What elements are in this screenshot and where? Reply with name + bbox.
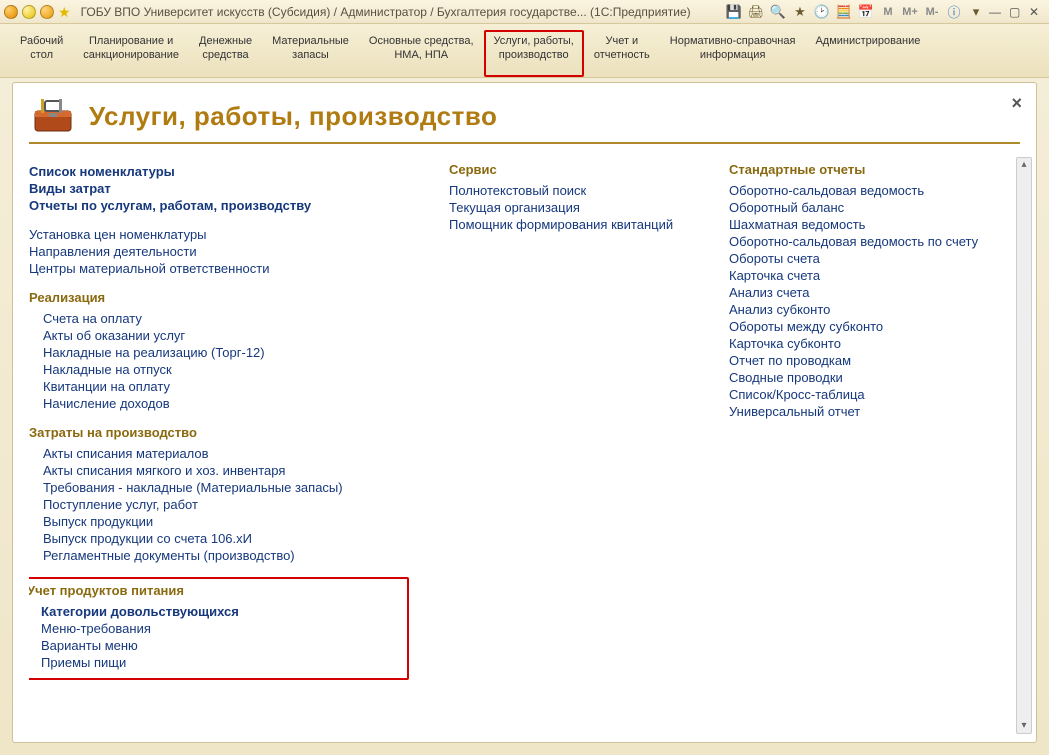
link-current-org[interactable]: Текущая организация xyxy=(449,200,689,215)
link-fulltext-search[interactable]: Полнотекстовый поиск xyxy=(449,183,689,198)
link-payment-receipts[interactable]: Квитанции на оплату xyxy=(43,379,409,394)
group-title-costs: Затраты на производство xyxy=(29,425,409,440)
link-reglament-docs[interactable]: Регламентные документы (производство) xyxy=(43,548,409,563)
section-tab-assets[interactable]: Основные средства, НМА, НПА xyxy=(359,30,484,77)
app-button-1[interactable] xyxy=(4,5,18,19)
group-title-reports: Стандартные отчеты xyxy=(729,162,999,177)
link-torg12[interactable]: Накладные на реализацию (Торг-12) xyxy=(43,345,409,360)
dropdown-icon[interactable]: ▾ xyxy=(967,3,985,21)
link-menu-requirements[interactable]: Меню-требования xyxy=(41,621,401,636)
scrollbar[interactable]: ▴ ▾ xyxy=(1016,157,1032,734)
link-receipt-helper[interactable]: Помощник формирования квитанций xyxy=(449,217,689,232)
save-icon[interactable]: 💾 xyxy=(725,3,743,21)
link-osv[interactable]: Оборотно-сальдовая ведомость xyxy=(729,183,999,198)
print-icon[interactable]: 🖨 xyxy=(747,3,765,21)
section-tab-desktop[interactable]: Рабочий стол xyxy=(10,30,73,77)
link-list-crosstab[interactable]: Список/Кросс-таблица xyxy=(729,387,999,402)
link-subconto-turnover[interactable]: Обороты между субконто xyxy=(729,319,999,334)
preview-icon[interactable]: 🔍 xyxy=(769,3,787,21)
link-summary-entries[interactable]: Сводные проводки xyxy=(729,370,999,385)
link-menu-variants[interactable]: Варианты меню xyxy=(41,638,401,653)
link-nomenclature-list[interactable]: Список номенклатуры xyxy=(29,164,409,179)
group-title-realization: Реализация xyxy=(29,290,409,305)
section-tab-services[interactable]: Услуги, работы, производство xyxy=(484,30,584,77)
link-material-writeoff[interactable]: Акты списания материалов xyxy=(43,446,409,461)
link-subconto-analysis[interactable]: Анализ субконто xyxy=(729,302,999,317)
sections-bar: Рабочий стол Планирование и санкциониров… xyxy=(0,24,1049,78)
app-button-3[interactable] xyxy=(40,5,54,19)
page-title: Услуги, работы, производство xyxy=(89,101,497,132)
panel-header: Услуги, работы, производство xyxy=(29,95,1020,144)
content-columns: Список номенклатуры Виды затрат Отчеты п… xyxy=(29,162,1020,727)
link-chess-sheet[interactable]: Шахматная ведомость xyxy=(729,217,999,232)
group-food-accounting: Учет продуктов питания Категории довольс… xyxy=(29,577,409,680)
section-tab-materials[interactable]: Материальные запасы xyxy=(262,30,359,77)
main-panel: × Услуги, работы, производство Список но… xyxy=(12,82,1037,743)
link-services-reports[interactable]: Отчеты по услугам, работам, производству xyxy=(29,198,409,213)
scroll-down-icon[interactable]: ▾ xyxy=(1021,719,1026,733)
link-osv-account[interactable]: Оборотно-сальдовая ведомость по счету xyxy=(729,234,999,249)
link-subconto-card[interactable]: Карточка субконто xyxy=(729,336,999,351)
group-title-food: Учет продуктов питания xyxy=(29,583,401,598)
m-button[interactable]: M xyxy=(879,3,897,21)
link-cost-types[interactable]: Виды затрат xyxy=(29,181,409,196)
group-title-service: Сервис xyxy=(449,162,689,177)
link-turnover-balance[interactable]: Оборотный баланс xyxy=(729,200,999,215)
toolbox-icon xyxy=(29,95,77,138)
calendar-icon[interactable]: 📅 xyxy=(857,3,875,21)
column-nav: Список номенклатуры Виды затрат Отчеты п… xyxy=(29,162,409,727)
link-release-notes[interactable]: Накладные на отпуск xyxy=(43,362,409,377)
link-entries-report[interactable]: Отчет по проводкам xyxy=(729,353,999,368)
group-realization: Реализация Счета на оплату Акты об оказа… xyxy=(29,290,409,411)
favorite-icon[interactable]: ★ xyxy=(58,5,71,19)
link-product-output-106[interactable]: Выпуск продукции со счета 106.хИ xyxy=(43,531,409,546)
titlebar: ★ ГОБУ ВПО Университет искусств (Субсиди… xyxy=(0,0,1049,24)
group-production-costs: Затраты на производство Акты списания ма… xyxy=(29,425,409,563)
link-price-setup[interactable]: Установка цен номенклатуры xyxy=(29,227,409,242)
m-plus-button[interactable]: M+ xyxy=(901,3,919,21)
section-tab-reference[interactable]: Нормативно-справочная информация xyxy=(660,30,806,77)
star-icon[interactable]: ★ xyxy=(791,3,809,21)
section-tab-admin[interactable]: Администрирование xyxy=(805,30,930,77)
app-button-2[interactable] xyxy=(22,5,36,19)
history-icon[interactable]: 🕑 xyxy=(813,3,831,21)
link-account-analysis[interactable]: Анализ счета xyxy=(729,285,999,300)
link-account-turnover[interactable]: Обороты счета xyxy=(729,251,999,266)
column-reports: Стандартные отчеты Оборотно-сальдовая ве… xyxy=(729,162,999,727)
link-requirements-invoices[interactable]: Требования - накладные (Материальные зап… xyxy=(43,480,409,495)
section-tab-reporting[interactable]: Учет и отчетность xyxy=(584,30,660,77)
close-window-icon[interactable]: ✕ xyxy=(1029,5,1045,19)
calculator-icon[interactable]: 🧮 xyxy=(835,3,853,21)
section-tab-planning[interactable]: Планирование и санкционирование xyxy=(73,30,189,77)
link-soft-inventory-writeoff[interactable]: Акты списания мягкого и хоз. инвентаря xyxy=(43,463,409,478)
link-income-accrual[interactable]: Начисление доходов xyxy=(43,396,409,411)
link-services-receipt[interactable]: Поступление услуг, работ xyxy=(43,497,409,512)
scroll-up-icon[interactable]: ▴ xyxy=(1021,158,1026,172)
link-invoices[interactable]: Счета на оплату xyxy=(43,311,409,326)
link-beneficiary-categories[interactable]: Категории довольствующихся xyxy=(41,604,401,619)
link-account-card[interactable]: Карточка счета xyxy=(729,268,999,283)
link-activity-directions[interactable]: Направления деятельности xyxy=(29,244,409,259)
column-service: Сервис Полнотекстовый поиск Текущая орга… xyxy=(449,162,689,727)
link-universal-report[interactable]: Универсальный отчет xyxy=(729,404,999,419)
window-title: ГОБУ ВПО Университет искусств (Субсидия)… xyxy=(75,5,721,19)
link-product-output[interactable]: Выпуск продукции xyxy=(43,514,409,529)
m-minus-button[interactable]: M- xyxy=(923,3,941,21)
close-panel-icon[interactable]: × xyxy=(1011,93,1022,114)
link-meals[interactable]: Приемы пищи xyxy=(41,655,401,670)
maximize-icon[interactable]: ▢ xyxy=(1009,5,1025,19)
info-icon[interactable]: ⓘ xyxy=(945,3,963,21)
link-service-acts[interactable]: Акты об оказании услуг xyxy=(43,328,409,343)
minimize-icon[interactable]: — xyxy=(989,5,1005,19)
section-tab-cash[interactable]: Денежные средства xyxy=(189,30,262,77)
link-responsibility-centers[interactable]: Центры материальной ответственности xyxy=(29,261,409,276)
